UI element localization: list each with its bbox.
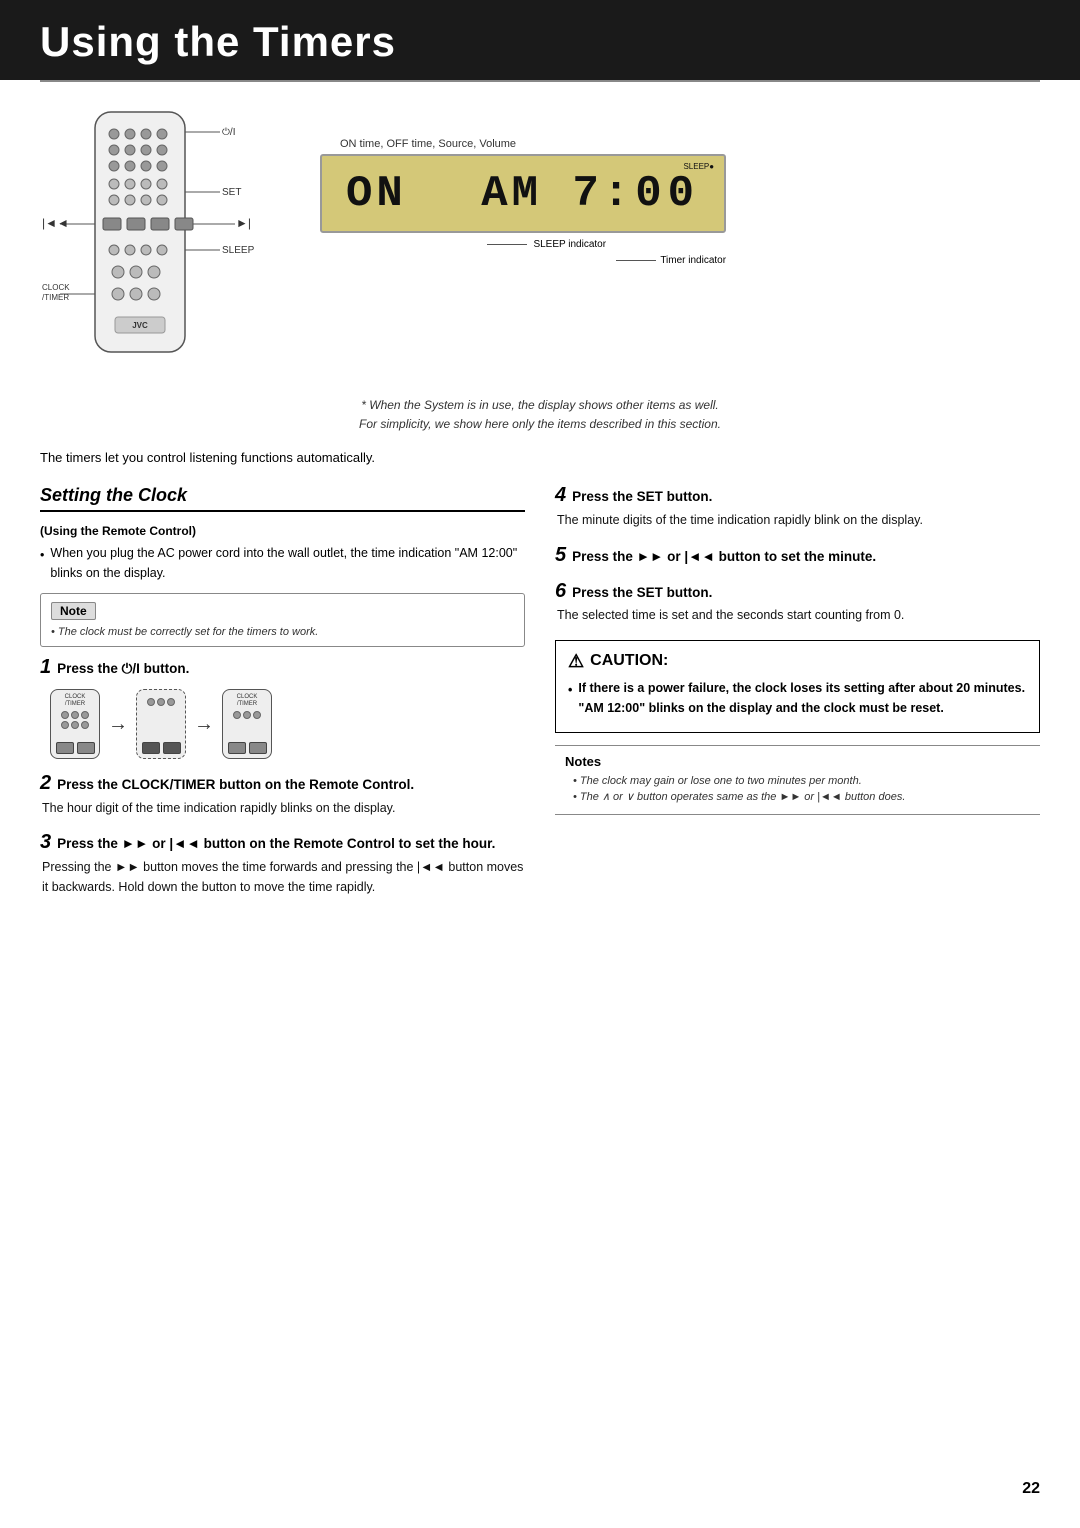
step-4: 4 Press the SET button. The minute digit… — [555, 485, 1040, 530]
display-minutes: 00 — [635, 169, 700, 219]
page-header: Using the Timers — [0, 0, 1080, 80]
notes-item-2: • The ∧ or ∨ button operates same as the… — [565, 789, 1030, 806]
notes-item-1: • The clock may gain or lose one to two … — [565, 773, 1030, 790]
display-on-text: ON — [346, 169, 407, 219]
right-column: 4 Press the SET button. The minute digit… — [555, 485, 1040, 911]
page-title: Using the Timers — [40, 18, 1040, 66]
display-label: ON time, OFF time, Source, Volume — [320, 138, 726, 150]
display-colon: : — [603, 169, 635, 219]
step-5-text: Press the ►► or |◄◄ button to set the mi… — [572, 548, 876, 567]
subsection-text: Using the Remote Control — [44, 524, 192, 538]
step-2-body: The hour digit of the time indication ra… — [40, 799, 525, 818]
step-6-body: The selected time is set and the seconds… — [555, 606, 1040, 625]
caution-icon: ⚠ — [568, 651, 584, 672]
step-5-heading: 5 Press the ►► or |◄◄ button to set the … — [555, 545, 1040, 567]
caution-title: ⚠ CAUTION: — [568, 651, 1027, 672]
two-column-layout: Setting the Clock (Using the Remote Cont… — [40, 485, 1040, 911]
intro-text: The timers let you control listening fun… — [40, 450, 1040, 465]
svg-text:/TIMER: /TIMER — [42, 293, 69, 302]
step-2-heading: 2 Press the CLOCK/TIMER button on the Re… — [40, 773, 525, 795]
notes-box: Notes • The clock may gain or lose one t… — [555, 745, 1040, 815]
step-5: 5 Press the ►► or |◄◄ button to set the … — [555, 545, 1040, 567]
step-4-heading: 4 Press the SET button. — [555, 485, 1040, 507]
step-4-body: The minute digits of the time indication… — [555, 511, 1040, 530]
step-6: 6 Press the SET button. The selected tim… — [555, 581, 1040, 626]
svg-text:►|: ►| — [236, 216, 251, 230]
step-1-text: Press the ⏻/I button. — [57, 660, 189, 679]
remote-illustration: JVC ⏻/I SET |◄◄ ►| SLEEP CLOC — [40, 102, 260, 382]
page-number: 22 — [1022, 1480, 1040, 1498]
timer-indicator-label: Timer indicator — [660, 255, 726, 266]
step-2: 2 Press the CLOCK/TIMER button on the Re… — [40, 773, 525, 818]
caution-box: ⚠ CAUTION: • If there is a power failure… — [555, 640, 1040, 733]
step-3-heading: 3 Press the ►► or |◄◄ button on the Remo… — [40, 832, 525, 854]
step-6-heading: 6 Press the SET button. — [555, 581, 1040, 603]
caption-line1: * When the System is in use, the display… — [40, 396, 1040, 415]
step1-remote-1: CLOCK/TIMER — [50, 689, 100, 759]
bullet-text-1: When you plug the AC power cord into the… — [50, 544, 525, 583]
svg-text:SLEEP: SLEEP — [222, 245, 255, 256]
left-column: Setting the Clock (Using the Remote Cont… — [40, 485, 525, 911]
caution-text: • If there is a power failure, the clock… — [568, 678, 1027, 718]
section-title: Setting the Clock — [40, 485, 525, 512]
svg-text:JVC: JVC — [132, 321, 148, 330]
display-am-text: AM 7 — [481, 169, 603, 219]
step-6-text: Press the SET button. — [572, 584, 712, 603]
step-2-text: Press the CLOCK/TIMER button on the Remo… — [57, 776, 414, 795]
the-text: The — [580, 791, 599, 803]
subsection-label: (Using the Remote Control) — [40, 524, 525, 538]
note-text: • The clock must be correctly set for th… — [51, 626, 514, 638]
arrow-2: → — [194, 713, 214, 736]
step-3-text: Press the ►► or |◄◄ button on the Remote… — [57, 835, 495, 854]
sleep-indicator-label: SLEEP indicator — [533, 239, 606, 250]
main-content: JVC ⏻/I SET |◄◄ ►| SLEEP CLOC — [0, 82, 1080, 951]
step-3-body: Pressing the ►► button moves the time fo… — [40, 858, 525, 897]
arrow-1: → — [108, 713, 128, 736]
note-box: Note • The clock must be correctly set f… — [40, 593, 525, 647]
note-title: Note — [51, 602, 96, 620]
bullet-dot-1: • — [40, 546, 44, 583]
svg-text:|◄◄: |◄◄ — [42, 216, 69, 230]
step-4-text: Press the SET button. — [572, 488, 712, 507]
display-area: ON time, OFF time, Source, Volume ON AM … — [320, 102, 726, 239]
display-spacer — [407, 164, 481, 223]
diagram-area: JVC ⏻/I SET |◄◄ ►| SLEEP CLOC — [40, 102, 1040, 382]
step1-remote-3: CLOCK/TIMER — [222, 689, 272, 759]
notes-title: Notes — [565, 754, 1030, 769]
step1-remote-2 — [136, 689, 186, 759]
svg-text:⏻/I: ⏻/I — [222, 127, 235, 138]
step1-diagram: CLOCK/TIMER — [50, 689, 525, 759]
bullet-item-1: • When you plug the AC power cord into t… — [40, 544, 525, 583]
caption-line2: For simplicity, we show here only the it… — [40, 415, 1040, 434]
svg-text:SET: SET — [222, 187, 241, 198]
display-sleep-small: SLEEP● — [683, 162, 714, 171]
caution-body: If there is a power failure, the clock l… — [578, 678, 1027, 718]
caution-title-text: CAUTION: — [590, 652, 668, 670]
diagram-caption: * When the System is in use, the display… — [40, 396, 1040, 434]
step-1-heading: 1 Press the ⏻/I button. — [40, 657, 525, 679]
display-panel: ON AM 7 : 00 SLEEP● — [320, 154, 726, 233]
step-3: 3 Press the ►► or |◄◄ button on the Remo… — [40, 832, 525, 897]
svg-text:CLOCK: CLOCK — [42, 283, 70, 292]
step-1: 1 Press the ⏻/I button. CLOCK/TIMER — [40, 657, 525, 759]
